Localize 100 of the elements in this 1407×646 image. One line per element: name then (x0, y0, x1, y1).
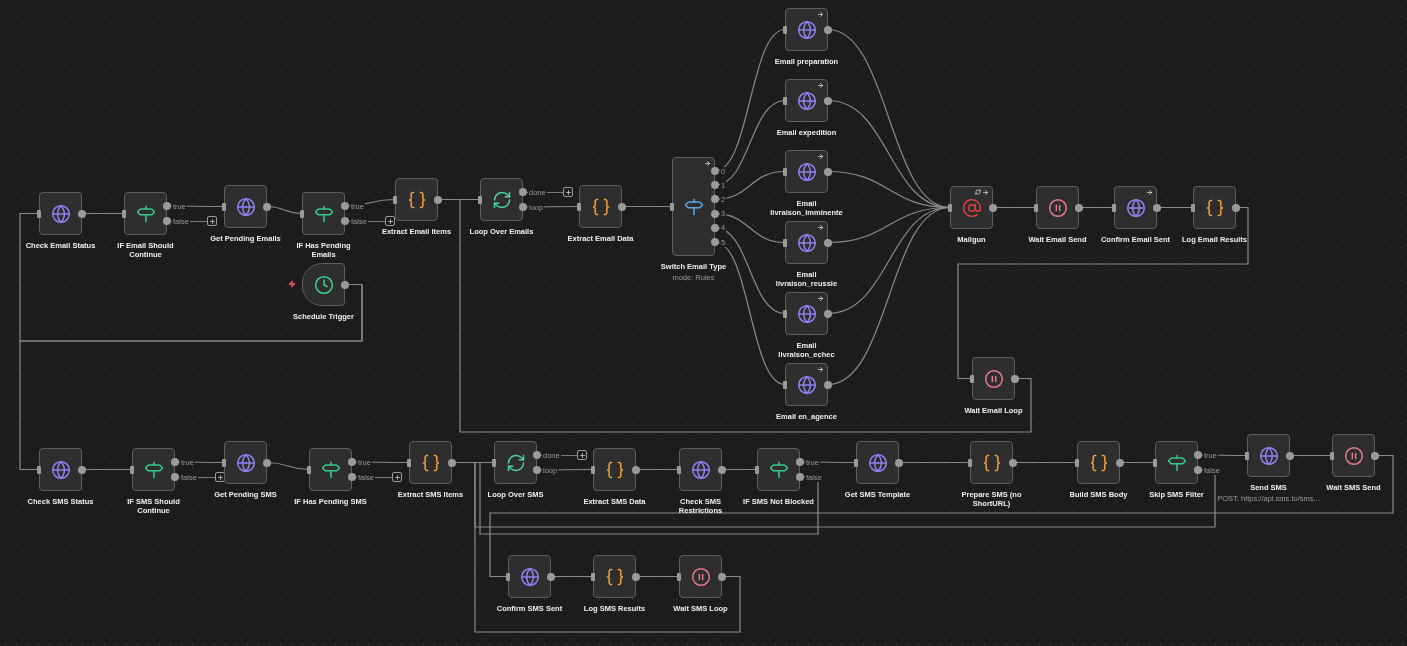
input-handle[interactable] (122, 209, 126, 218)
input-handle[interactable] (591, 572, 595, 581)
workflow-node[interactable] (972, 357, 1015, 400)
output-handle[interactable] (824, 380, 832, 389)
input-handle[interactable] (783, 25, 787, 34)
workflow-node[interactable] (593, 448, 636, 491)
input-handle[interactable] (300, 209, 304, 218)
output-handle[interactable] (263, 202, 271, 211)
workflow-node[interactable] (1155, 441, 1198, 484)
add-button[interactable] (563, 187, 573, 197)
workflow-node[interactable] (785, 79, 828, 122)
input-handle[interactable] (677, 572, 681, 581)
workflow-node[interactable] (785, 221, 828, 264)
input-handle[interactable] (577, 202, 581, 211)
workflow-node[interactable] (409, 441, 452, 484)
output-handle[interactable] (824, 238, 832, 247)
input-handle[interactable] (591, 465, 595, 474)
input-handle[interactable] (755, 465, 759, 474)
workflow-node[interactable] (679, 448, 722, 491)
workflow-node[interactable] (39, 448, 82, 491)
output-handle[interactable] (1116, 458, 1124, 467)
workflow-node[interactable] (302, 192, 345, 235)
output-handle[interactable] (448, 458, 456, 467)
input-handle[interactable] (783, 309, 787, 318)
input-handle[interactable] (506, 572, 510, 581)
output-handle[interactable] (824, 96, 832, 105)
workflow-node[interactable] (309, 448, 352, 491)
input-handle[interactable] (478, 195, 482, 204)
output-handle[interactable] (632, 572, 640, 581)
output-handle[interactable] (1075, 203, 1083, 212)
input-handle[interactable] (1112, 203, 1116, 212)
input-handle[interactable] (1075, 458, 1079, 467)
workflow-node[interactable] (480, 178, 523, 221)
add-button[interactable] (385, 216, 395, 226)
add-button[interactable] (207, 216, 217, 226)
input-handle[interactable] (222, 202, 226, 211)
output-handle[interactable] (341, 280, 349, 289)
input-handle[interactable] (37, 465, 41, 474)
workflow-node[interactable] (395, 178, 438, 221)
workflow-node[interactable] (224, 441, 267, 484)
workflow-node[interactable] (593, 555, 636, 598)
output-handle[interactable] (824, 25, 832, 34)
workflow-node[interactable] (224, 185, 267, 228)
input-handle[interactable] (407, 458, 411, 467)
workflow-node[interactable] (970, 441, 1013, 484)
input-handle[interactable] (37, 209, 41, 218)
output-handle[interactable] (824, 309, 832, 318)
output-handle[interactable] (1286, 451, 1294, 460)
input-handle[interactable] (393, 195, 397, 204)
workflow-node[interactable] (1332, 434, 1375, 477)
output-handle[interactable] (547, 572, 555, 581)
workflow-node[interactable] (672, 157, 715, 256)
workflow-node[interactable] (1193, 186, 1236, 229)
workflow-node[interactable] (757, 448, 800, 491)
input-handle[interactable] (677, 465, 681, 474)
workflow-node[interactable] (785, 363, 828, 406)
input-handle[interactable] (492, 458, 496, 467)
add-button[interactable] (577, 450, 587, 460)
workflow-node[interactable] (302, 263, 345, 306)
input-handle[interactable] (1034, 203, 1038, 212)
output-handle[interactable] (989, 203, 997, 212)
workflow-node[interactable] (785, 150, 828, 193)
input-handle[interactable] (783, 380, 787, 389)
input-handle[interactable] (1191, 203, 1195, 212)
workflow-node[interactable] (579, 185, 622, 228)
input-handle[interactable] (670, 202, 674, 211)
workflow-node[interactable] (856, 441, 899, 484)
input-handle[interactable] (1245, 451, 1249, 460)
workflow-node[interactable] (1114, 186, 1157, 229)
workflow-node[interactable] (132, 448, 175, 491)
input-handle[interactable] (307, 465, 311, 474)
input-handle[interactable] (222, 458, 226, 467)
input-handle[interactable] (970, 374, 974, 383)
input-handle[interactable] (783, 96, 787, 105)
output-handle[interactable] (718, 465, 726, 474)
output-handle[interactable] (718, 572, 726, 581)
workflow-node[interactable] (785, 8, 828, 51)
input-handle[interactable] (948, 203, 952, 212)
input-handle[interactable] (783, 238, 787, 247)
workflow-node[interactable] (124, 192, 167, 235)
output-handle[interactable] (895, 458, 903, 467)
output-handle[interactable] (618, 202, 626, 211)
workflow-node[interactable] (508, 555, 551, 598)
workflow-node[interactable] (39, 192, 82, 235)
output-handle[interactable] (824, 167, 832, 176)
workflow-node[interactable] (1036, 186, 1079, 229)
workflow-node[interactable] (1247, 434, 1290, 477)
workflow-node[interactable] (679, 555, 722, 598)
output-handle[interactable] (78, 209, 86, 218)
input-handle[interactable] (968, 458, 972, 467)
output-handle[interactable] (78, 465, 86, 474)
output-handle[interactable] (1232, 203, 1240, 212)
output-handle[interactable] (263, 458, 271, 467)
input-handle[interactable] (1330, 451, 1334, 460)
input-handle[interactable] (1153, 458, 1157, 467)
workflow-node[interactable] (950, 186, 993, 229)
output-handle[interactable] (1371, 451, 1379, 460)
add-button[interactable] (392, 472, 402, 482)
output-handle[interactable] (1011, 374, 1019, 383)
output-handle[interactable] (434, 195, 442, 204)
